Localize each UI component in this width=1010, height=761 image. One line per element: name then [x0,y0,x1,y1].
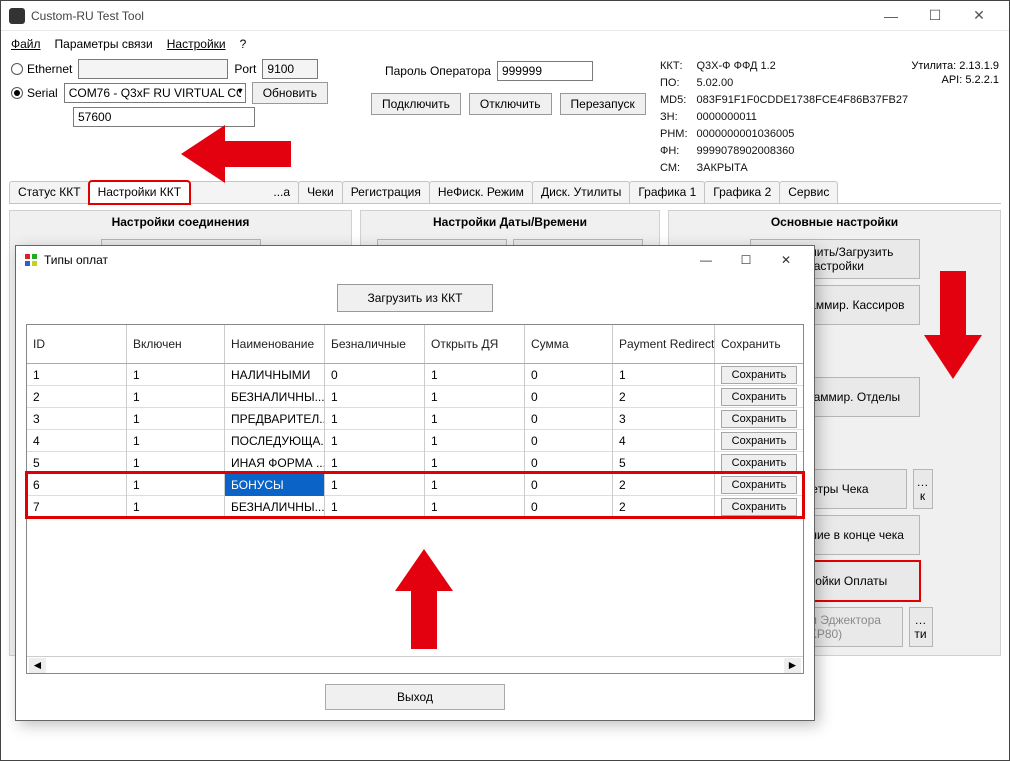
refresh-button[interactable]: Обновить [252,82,328,104]
conn-section-title: Настройки соединения [10,211,351,235]
menu-bar: Файл Параметры связи Настройки ? [1,31,1009,55]
tab-nofisc[interactable]: НеФиск. Режим [429,181,533,203]
window-title: Custom-RU Test Tool [31,9,869,23]
tab-graphics-1[interactable]: Графика 1 [629,181,705,203]
row-save-button[interactable]: Сохранить [721,388,797,406]
main-section-title: Основные настройки [669,211,1000,235]
tab-status[interactable]: Статус ККТ [9,181,90,203]
maximize-button[interactable]: ☐ [913,2,957,30]
table-row[interactable]: 11НАЛИЧНЫМИ0101Сохранить [27,364,803,386]
title-bar: Custom-RU Test Tool — ☐ ✕ [1,1,1009,31]
close-button[interactable]: ✕ [957,2,1001,30]
tab-graphics-2[interactable]: Графика 2 [704,181,780,203]
serial-port-select[interactable] [64,83,246,103]
col-sum[interactable]: Сумма [525,325,613,363]
version-info: Утилита: 2.13.1.9 API: 5.2.2.1 [911,57,999,178]
table-row[interactable]: 51ИНАЯ ФОРМА ...1105Сохранить [27,452,803,474]
dialog-title: Типы оплат [44,253,108,267]
dialog-minimize-button[interactable]: — [686,247,726,273]
col-cashless[interactable]: Безналичные [325,325,425,363]
row-save-button[interactable]: Сохранить [721,498,797,516]
dt-section-title: Настройки Даты/Времени [361,211,659,235]
menu-settings[interactable]: Настройки [167,37,226,51]
col-id[interactable]: ID [27,325,127,363]
col-open-drawer[interactable]: Открыть ДЯ [425,325,525,363]
dialog-maximize-button[interactable]: ☐ [726,247,766,273]
row-save-button[interactable]: Сохранить [721,454,797,472]
tab-registration[interactable]: Регистрация [342,181,430,203]
tab-settings-kkt[interactable]: Настройки ККТ [89,181,190,204]
dialog-close-button[interactable]: ✕ [766,247,806,273]
load-from-kkt-button[interactable]: Загрузить из ККТ [337,284,494,312]
ethernet-label: Ethernet [27,62,72,76]
payment-types-dialog: Типы оплат — ☐ ✕ Загрузить из ККТ ID Вкл… [15,245,815,721]
scroll-left-icon[interactable]: ◄ [29,658,46,673]
table-row[interactable]: 41ПОСЛЕДУЮЩА...1104Сохранить [27,430,803,452]
menu-file[interactable]: Файл [11,37,41,51]
row-save-button[interactable]: Сохранить [721,476,797,494]
row-save-button[interactable]: Сохранить [721,366,797,384]
op-password-label: Пароль Оператора [385,64,491,78]
app-icon [9,8,25,24]
tab-checks[interactable]: Чеки [298,181,343,203]
arrow-icon-left [181,119,291,189]
grid-h-scrollbar[interactable]: ◄ ► [27,656,803,673]
table-row[interactable]: 61БОНУСЫ1102Сохранить [27,474,803,496]
disconnect-button[interactable]: Отключить [469,93,552,115]
menu-comm[interactable]: Параметры связи [55,37,153,51]
ethernet-host-input[interactable] [78,59,228,79]
col-enabled[interactable]: Включен [127,325,225,363]
table-row[interactable]: 71БЕЗНАЛИЧНЫ...1102Сохранить [27,496,803,518]
arrow-icon-up [389,549,459,649]
device-info: ККТ:Q3X-Ф ФФД 1.2 ПО:5.02.00 MD5:083F91F… [657,57,911,178]
arrow-icon-down-right [918,271,988,379]
serial-label: Serial [27,86,58,100]
tab-disk-util[interactable]: Диск. Утилиты [532,181,630,203]
port-input[interactable] [262,59,318,79]
exit-button[interactable]: Выход [325,684,505,710]
table-row[interactable]: 21БЕЗНАЛИЧНЫ...1102Сохранить [27,386,803,408]
minimize-button[interactable]: — [869,2,913,30]
port-label: Port [234,62,256,76]
row-save-button[interactable]: Сохранить [721,410,797,428]
grid-header: ID Включен Наименование Безналичные Откр… [27,325,803,364]
menu-help[interactable]: ? [240,37,247,51]
connect-button[interactable]: Подключить [371,93,461,115]
scroll-right-icon[interactable]: ► [784,658,801,673]
tab-bar: Статус ККТ Настройки ККТ ...а Чеки Регис… [9,182,1001,204]
table-row[interactable]: 31ПРЕДВАРИТЕЛ...1103Сохранить [27,408,803,430]
chevron-down-icon: ▾ [238,86,243,97]
row-save-button[interactable]: Сохранить [721,432,797,450]
hidden-left-button-2[interactable]: …ти [909,607,933,647]
tab-service[interactable]: Сервис [779,181,838,203]
col-save[interactable]: Сохранить [715,325,803,363]
col-name[interactable]: Наименование [225,325,325,363]
serial-radio[interactable]: Serial [11,86,58,100]
restart-button[interactable]: Перезапуск [560,93,646,115]
hidden-left-button-1[interactable]: …к [913,469,933,509]
col-redirection[interactable]: Payment Redirection [613,325,715,363]
ethernet-radio[interactable]: Ethernet [11,62,72,76]
dialog-icon [24,253,38,267]
op-password-input[interactable] [497,61,593,81]
